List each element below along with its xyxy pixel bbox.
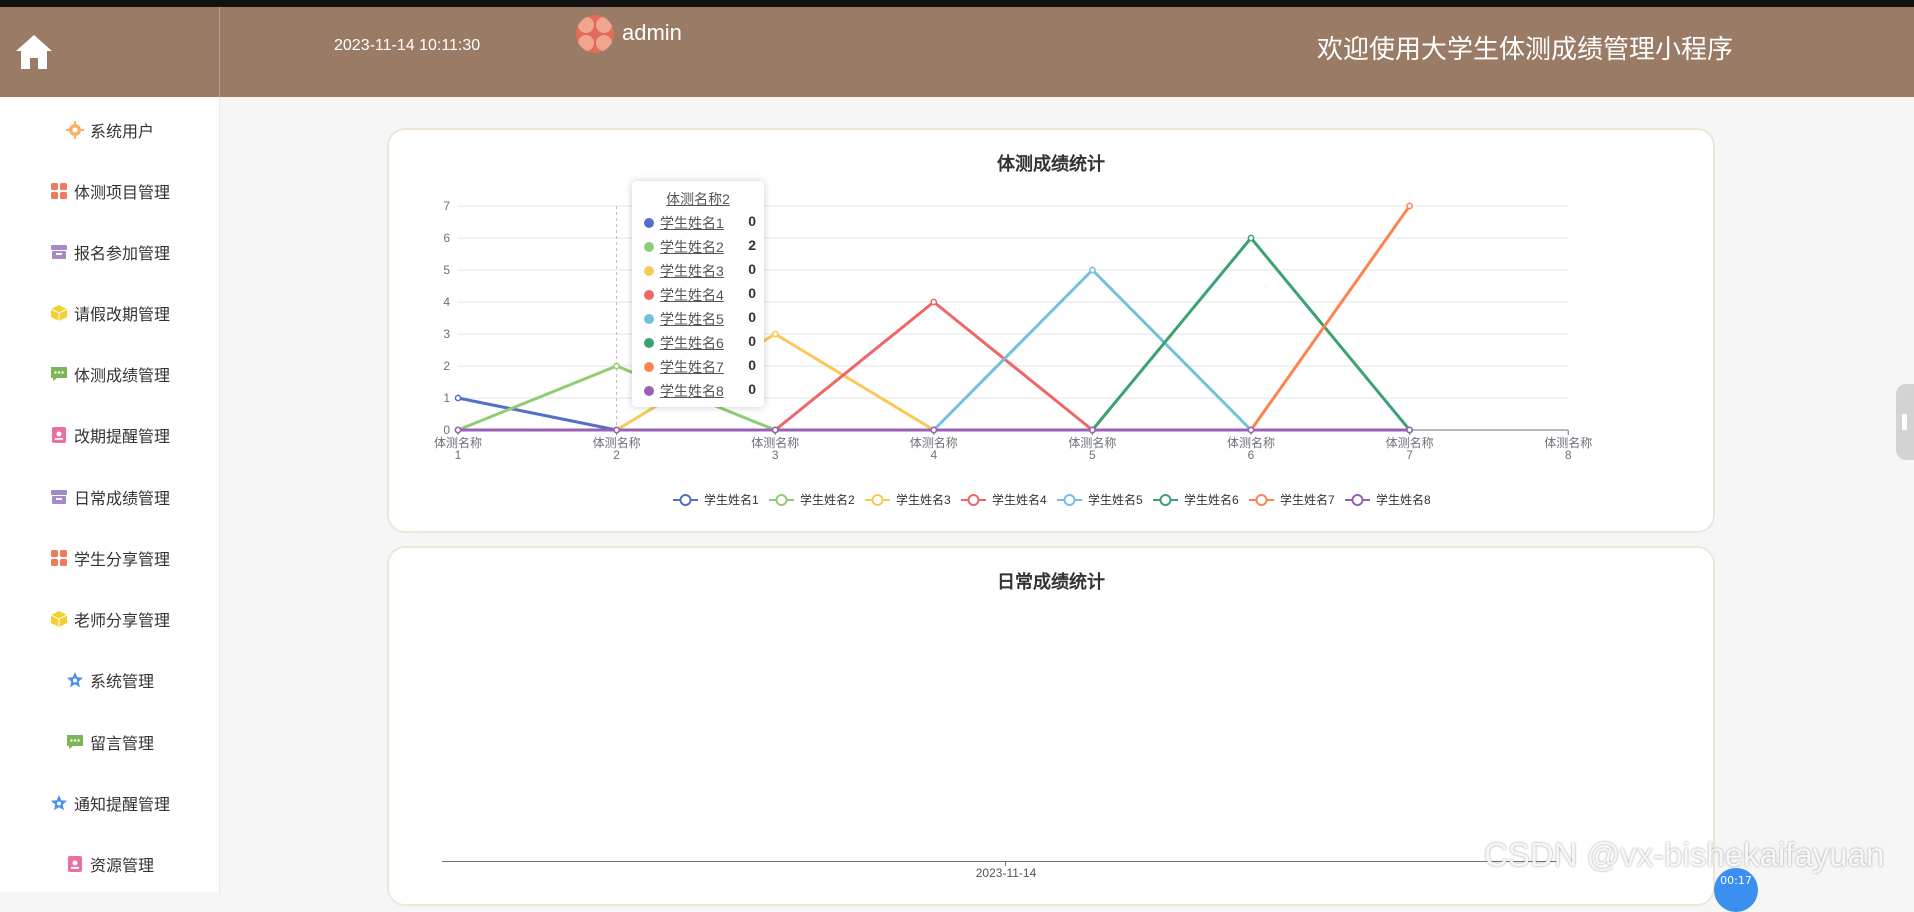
- tooltip-row: 学生姓名3 0: [644, 261, 756, 281]
- chart-tooltip: 体测名称2 学生姓名1 0 学生姓名2 2 学生姓名3 0 学生姓名4 0 学生姓名5 0 学生姓名…: [632, 181, 764, 407]
- tooltip-row: 学生姓名5 0: [644, 309, 756, 329]
- sidebar-item-label: 请假改期管理: [73, 307, 170, 324]
- doc-icon: [66, 855, 84, 873]
- tooltip-series-value: 0: [748, 213, 756, 229]
- tooltip-series-name: 学生姓名8: [660, 383, 724, 399]
- series-color-dot: [644, 338, 654, 348]
- series-color-dot: [644, 290, 654, 300]
- sidebar-item-label: 体测成绩管理: [73, 368, 170, 385]
- tooltip-series-value: 0: [748, 357, 756, 373]
- floating-timer-button[interactable]: 00:17: [1714, 868, 1758, 912]
- tooltip-row: 学生姓名2 2: [644, 237, 756, 257]
- tooltip-series-name: 学生姓名7: [660, 359, 724, 375]
- chart2-x-axis: [442, 861, 1558, 862]
- series-color-dot: [644, 218, 654, 228]
- tooltip-series-value: 0: [748, 261, 756, 277]
- tooltip-series-value: 0: [748, 333, 756, 349]
- cube-icon: [50, 304, 68, 322]
- sidebar-item[interactable]: 体测项目管理: [0, 171, 220, 211]
- box-icon: [50, 243, 68, 261]
- sidebar-item[interactable]: 通知提醒管理: [0, 783, 220, 823]
- sidebar-item[interactable]: 体测成绩管理: [0, 354, 220, 394]
- series-color-dot: [644, 362, 654, 372]
- sidebar-item-label: 改期提醒管理: [73, 429, 170, 446]
- box-icon: [50, 488, 68, 506]
- tooltip-series-name: 学生姓名1: [660, 215, 724, 231]
- chart-title: 体测成绩统计: [997, 154, 1105, 174]
- sidebar-item[interactable]: 资源管理: [0, 844, 220, 884]
- sidebar-item-label: 日常成绩管理: [73, 491, 170, 508]
- sidebar-item-label: 老师分享管理: [73, 613, 170, 630]
- sidebar-item-label: 体测项目管理: [73, 185, 170, 202]
- star-icon: [50, 794, 68, 812]
- tooltip-series-name: 学生姓名5: [660, 311, 724, 327]
- sidebar-item[interactable]: 改期提醒管理: [0, 415, 220, 455]
- tooltip-title: 体测名称2: [666, 191, 730, 207]
- chart-title: 日常成绩统计: [997, 572, 1105, 592]
- home-button[interactable]: [0, 7, 220, 97]
- series-color-dot: [644, 314, 654, 324]
- sidebar-item-label: 报名参加管理: [73, 246, 170, 263]
- tooltip-series-value: 0: [748, 285, 756, 301]
- gear-icon: [65, 121, 84, 139]
- tooltip-series-value: 0: [748, 381, 756, 397]
- chart-card-physical-test: 体测成绩统计: [387, 128, 1715, 533]
- grid-icon: [50, 549, 68, 567]
- doc-icon: [50, 426, 68, 444]
- sidebar-menu: 系统用户体测项目管理 报名参加管理 请假改期管理 体测成绩管理 改期提醒管理 日常成绩管理…: [0, 97, 220, 892]
- sidebar-item[interactable]: 日常成绩管理: [0, 477, 220, 517]
- sidebar-item[interactable]: 请假改期管理: [0, 293, 220, 333]
- sidebar-item[interactable]: 学生分享管理: [0, 538, 220, 578]
- sidebar-item[interactable]: 系统管理: [0, 660, 220, 700]
- tooltip-row: 学生姓名6 0: [644, 333, 756, 353]
- grid-icon: [50, 182, 68, 200]
- avatar[interactable]: [576, 15, 614, 53]
- username-label[interactable]: admin: [622, 20, 682, 46]
- sidebar-item-label: 学生分享管理: [73, 552, 170, 569]
- tooltip-series-name: 学生姓名2: [660, 239, 724, 255]
- home-icon: [16, 35, 52, 69]
- tooltip-series-name: 学生姓名3: [660, 263, 724, 279]
- sidebar-item-label: 系统用户: [89, 124, 154, 141]
- tooltip-row: 学生姓名7 0: [644, 357, 756, 377]
- sidebar-item[interactable]: 留言管理: [0, 722, 220, 762]
- tooltip-series-name: 学生姓名6: [660, 335, 724, 351]
- side-drawer-handle[interactable]: [1896, 384, 1914, 460]
- sidebar-item-label: 留言管理: [89, 736, 154, 753]
- tooltip-row: 学生姓名4 0: [644, 285, 756, 305]
- tooltip-row: 学生姓名8 0: [644, 381, 756, 401]
- sidebar-item[interactable]: 报名参加管理: [0, 232, 220, 272]
- chat-icon: [50, 365, 68, 383]
- chat-icon: [66, 733, 84, 751]
- sidebar-item[interactable]: 系统用户: [0, 110, 220, 150]
- sidebar-item-label: 通知提醒管理: [73, 797, 170, 814]
- series-color-dot: [644, 266, 654, 276]
- sidebar-item-label: 系统管理: [89, 674, 154, 691]
- series-color-dot: [644, 386, 654, 396]
- sidebar-item[interactable]: 老师分享管理: [0, 599, 220, 639]
- cube-icon: [50, 610, 68, 628]
- star-icon: [66, 671, 84, 689]
- top-strip: [0, 0, 1914, 7]
- tooltip-series-value: 0: [748, 309, 756, 325]
- app-header: 2023-11-14 10:11:30 admin 欢迎使用大学生体测成绩管理小…: [0, 7, 1914, 97]
- watermark: CSDN @vx-bishekaifayuan: [1484, 836, 1885, 873]
- chart2-x-tick-label: 2023-11-14: [975, 866, 1037, 880]
- sidebar-item-label: 资源管理: [89, 858, 154, 875]
- app-title: 欢迎使用大学生体测成绩管理小程序: [1316, 34, 1733, 64]
- tooltip-series-name: 学生姓名4: [660, 287, 724, 303]
- current-datetime: 2023-11-14 10:11:30: [334, 37, 481, 54]
- tooltip-series-value: 2: [748, 237, 756, 253]
- series-color-dot: [644, 242, 654, 252]
- tooltip-row: 学生姓名1 0: [644, 213, 756, 233]
